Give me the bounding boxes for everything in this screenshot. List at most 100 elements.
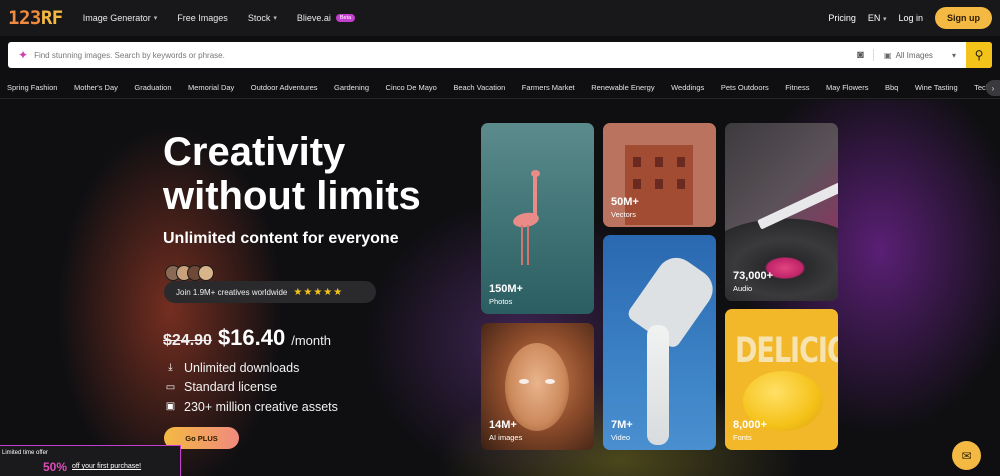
flamingo-body (511, 210, 541, 230)
camera-icon[interactable]: ◙ (848, 49, 874, 61)
logo-number: 123 (8, 7, 41, 29)
nav-pricing[interactable]: Pricing (828, 13, 856, 23)
chevron-right-icon[interactable]: › (986, 80, 1000, 96)
price-period: /month (291, 333, 331, 348)
image-type-icon: ▣ (884, 50, 892, 60)
nav-image-generator[interactable]: Image Generator ▾ (83, 13, 158, 23)
category-item[interactable]: Fitness (785, 83, 809, 92)
category-item[interactable]: Memorial Day (188, 83, 234, 92)
category-item[interactable]: Wine Tasting (915, 83, 958, 92)
tile-label: Photos (489, 297, 513, 306)
chevron-down-icon: ▾ (951, 50, 956, 60)
category-item[interactable]: Mother's Day (74, 83, 118, 92)
chevron-down-icon: ▾ (882, 16, 887, 23)
category-item[interactable]: Cinco De Mayo (386, 83, 437, 92)
nav-free-images[interactable]: Free Images (177, 13, 228, 23)
tile-caption: 50M+ Vectors (611, 196, 639, 219)
category-item[interactable]: Farmers Market (522, 83, 575, 92)
logo-letters: RF (40, 7, 63, 29)
language-selector[interactable]: EN ▾ (868, 13, 887, 23)
search-input[interactable] (34, 50, 848, 60)
tile-video[interactable]: 7M+ Video (603, 235, 716, 450)
category-item[interactable]: Weddings (671, 83, 704, 92)
tile-label: Fonts (733, 433, 752, 442)
image-type-select[interactable]: ▣ All Images ▾ (874, 51, 966, 60)
headline-line-2: without limits (163, 174, 421, 218)
flamingo-head (531, 170, 540, 177)
avatar (198, 265, 214, 281)
category-item[interactable]: Spring Fashion (7, 83, 57, 92)
feature-item: ▭ Standard license (164, 378, 338, 398)
star-rating: ★★★★★ (293, 286, 344, 298)
category-item[interactable]: Graduation (134, 83, 171, 92)
category-item[interactable]: Bbq (885, 83, 898, 92)
logo[interactable]: 123RF (8, 7, 63, 29)
window (655, 157, 663, 167)
chat-icon[interactable]: ✉ (952, 441, 981, 470)
feature-item: ⤓ Unlimited downloads (164, 358, 338, 378)
nav-blieve[interactable]: Blieve.ai Beta (297, 13, 356, 23)
category-item[interactable]: Gardening (334, 83, 369, 92)
nav-stock[interactable]: Stock ▾ (248, 13, 277, 23)
eye (519, 379, 529, 384)
eye (545, 379, 555, 384)
category-item[interactable]: Beach Vacation (453, 83, 505, 92)
download-icon: ⤓ (168, 362, 173, 374)
new-price: $16.40 (217, 325, 286, 350)
tile-count: 150M+ (489, 283, 523, 295)
tile-count: 8,000+ (733, 419, 767, 431)
search-icon: ⚲ (974, 48, 984, 62)
tile-audio[interactable]: 73,000+ Audio (725, 123, 838, 301)
milk-jug-image (625, 250, 716, 350)
category-item[interactable]: Outdoor Adventures (251, 83, 318, 92)
hero-headline: Creativity without limits (163, 130, 421, 218)
window (655, 179, 663, 189)
nav-free-images-label: Free Images (177, 13, 228, 23)
tile-caption: 73,000+ Audio (733, 270, 773, 293)
nav-links: Image Generator ▾ Free Images Stock ▾ Blie… (83, 13, 375, 23)
search-bar: ✦ ◙ ▣ All Images ▾ ⚲ (8, 42, 992, 68)
feature-item: ▣ 230+ million creative assets (164, 397, 338, 417)
nav-right: Pricing EN ▾ Log in Sign up (828, 7, 992, 29)
feature-label: Standard license (184, 380, 278, 395)
window (633, 179, 641, 189)
image-type-label: All Images (895, 50, 933, 60)
offer-text[interactable]: off your first purchase! (72, 463, 141, 470)
nav-stock-label: Stock (247, 13, 271, 23)
avatar-group (165, 265, 214, 281)
tile-caption: 8,000+ Fonts (733, 419, 767, 442)
category-item[interactable]: May Flowers (826, 83, 869, 92)
tile-count: 50M+ (611, 196, 639, 208)
flamingo-image (533, 173, 537, 217)
license-icon: ▭ (165, 381, 176, 393)
tile-caption: 14M+ AI images (489, 419, 522, 442)
category-item[interactable]: Renewable Energy (591, 83, 654, 92)
feature-list: ⤓ Unlimited downloads ▭ Standard license ▣… (164, 358, 338, 417)
tile-fonts[interactable]: DELICIOUS 8,000+ Fonts (725, 309, 838, 450)
login-link[interactable]: Log in (898, 13, 923, 23)
window (677, 157, 685, 167)
tile-count: 7M+ (611, 419, 633, 431)
font-sample-text: DELICIOUS (735, 331, 838, 372)
signup-button[interactable]: Sign up (935, 7, 992, 29)
category-item[interactable]: Pets Outdoors (721, 83, 769, 92)
price-block: $24.90 $16.40 /month (163, 325, 331, 351)
sparkle-icon: ✦ (18, 48, 29, 62)
search-button[interactable]: ⚲ (966, 42, 992, 68)
social-proof-badge: Join 1.9M+ creatives worldwide ★★★★★ (164, 281, 376, 303)
offer-percent: 50% (43, 460, 68, 474)
tile-count: 14M+ (489, 419, 517, 431)
tile-ai-images[interactable]: 14M+ AI images (481, 323, 594, 450)
chevron-down-icon: ▾ (153, 15, 158, 22)
tile-photos[interactable]: 150M+ Photos (481, 123, 594, 314)
tile-vectors[interactable]: 50M+ Vectors (603, 123, 716, 227)
tile-label: Audio (733, 284, 753, 293)
tile-caption: 7M+ Video (611, 419, 633, 442)
hero-section: Creativity without limits Unlimited cont… (0, 100, 1000, 476)
old-price: $24.90 (163, 332, 212, 349)
flamingo-leg (521, 225, 523, 265)
beta-badge: Beta (335, 14, 356, 22)
chevron-down-icon: ▾ (273, 15, 277, 22)
tile-count: 73,000+ (733, 270, 774, 282)
limited-offer-banner[interactable]: Limited time offer 50% off your first pu… (0, 445, 181, 476)
